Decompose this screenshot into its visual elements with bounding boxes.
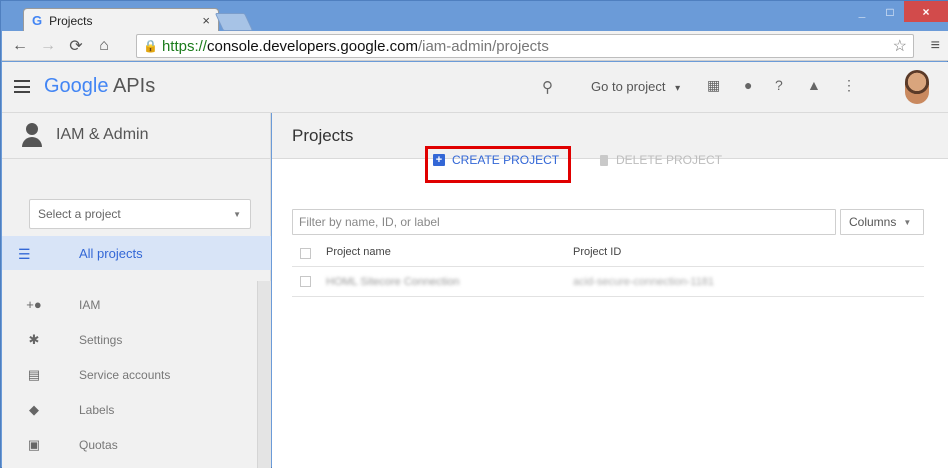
user-avatar[interactable]	[905, 70, 929, 104]
filter-input[interactable]: Filter by name, ID, or label	[292, 209, 836, 235]
gear-icon: ✱	[28, 332, 40, 347]
page-title: Projects	[292, 126, 354, 145]
sidebar-header: IAM & Admin	[2, 113, 271, 159]
delete-project-label: DELETE PROJECT	[616, 153, 723, 167]
sidebar-item-quotas[interactable]: ▣ Quotas	[2, 428, 271, 462]
bookmark-star-icon[interactable]: ☆	[893, 36, 907, 56]
go-to-project-dropdown[interactable]: Go to project ▾	[591, 79, 680, 94]
gift-icon[interactable]: ▦	[707, 77, 720, 94]
help-icon[interactable]: ?	[775, 77, 783, 93]
sidebar-item-all-projects[interactable]: ☰ All projects	[2, 236, 271, 270]
tab-close-icon[interactable]: ×	[202, 13, 210, 28]
project-select[interactable]: Select a project ▼	[29, 199, 251, 229]
project-name-cell[interactable]: HOML Sitecore Connection	[326, 276, 460, 288]
column-header-project-name[interactable]: Project name	[326, 246, 391, 258]
sidebar-scrollbar[interactable]	[257, 281, 271, 468]
address-bar[interactable]: 🔒 https:// console.developers.google.com…	[136, 34, 914, 58]
back-arrow-icon[interactable]: ←	[10, 37, 30, 55]
more-vert-icon[interactable]: ⋮	[842, 77, 856, 94]
tab-strip: G Projects × _ □ ×	[1, 1, 948, 32]
minimize-button[interactable]: _	[848, 1, 876, 22]
forward-arrow-icon[interactable]: →	[38, 37, 58, 55]
notifications-bell-icon[interactable]: ▲	[807, 77, 821, 93]
logo-google: Google	[44, 75, 109, 97]
feedback-icon[interactable]: ●	[744, 77, 752, 93]
sidebar-item-service-accounts[interactable]: ▤ Service accounts	[2, 358, 271, 392]
close-window-button[interactable]: ×	[904, 1, 948, 22]
filter-placeholder: Filter by name, ID, or label	[299, 215, 440, 229]
maximize-button[interactable]: □	[876, 1, 904, 22]
sidebar-item-iam[interactable]: +● IAM	[2, 288, 271, 322]
browser-toolbar: ← → ⟳ ⌂ 🔒 https:// console.developers.go…	[2, 31, 948, 61]
google-favicon-icon: G	[32, 13, 43, 28]
table-header: Project name Project ID	[292, 241, 924, 267]
sidebar-title: IAM & Admin	[56, 126, 149, 143]
sidebar-item-label: Settings	[79, 333, 123, 347]
highlight-box	[425, 146, 571, 183]
column-header-project-id[interactable]: Project ID	[573, 246, 621, 258]
go-to-project-label: Go to project	[591, 79, 666, 94]
sidebar-item-label: Service accounts	[79, 368, 171, 382]
window-controls: _ □ ×	[848, 1, 948, 22]
trash-icon	[600, 154, 608, 166]
list-icon: ☰	[18, 246, 31, 262]
lock-icon: 🔒	[143, 39, 158, 53]
sidebar-item-label: All projects	[79, 246, 143, 261]
tag-icon: ◆	[29, 402, 39, 417]
sidebar-item-labels[interactable]: ◆ Labels	[2, 393, 271, 427]
project-select-placeholder: Select a project	[38, 207, 121, 221]
add-person-icon: +●	[26, 297, 42, 312]
columns-label: Columns	[849, 215, 897, 229]
browser-window: G Projects × _ □ × ← → ⟳ ⌂ 🔒 https:// co…	[0, 0, 948, 468]
main-content: Projects + CREATE PROJECT DELETE PROJECT…	[272, 113, 948, 468]
chevron-down-icon: ▼	[233, 209, 241, 219]
delete-project-button[interactable]: DELETE PROJECT	[600, 153, 722, 167]
url-host: console.developers.google.com	[206, 37, 418, 55]
service-account-icon: ▤	[27, 367, 41, 382]
browser-menu-icon[interactable]: ≡	[931, 37, 940, 55]
url-path: /iam-admin/projects	[417, 37, 549, 55]
table-row[interactable]: HOML Sitecore Connection acid-secure-con…	[292, 267, 924, 297]
home-icon[interactable]: ⌂	[94, 37, 114, 55]
sidebar-item-label: Labels	[79, 403, 115, 417]
browser-tab[interactable]: G Projects ×	[23, 8, 219, 32]
chevron-down-icon: ▾	[675, 83, 681, 94]
new-tab-button[interactable]	[214, 13, 254, 31]
search-icon[interactable]: ⚲	[542, 78, 553, 96]
columns-button[interactable]: Columns ▼	[840, 209, 924, 235]
hamburger-menu-icon[interactable]	[14, 80, 30, 93]
project-id-cell: acid-secure-connection-1181	[573, 276, 715, 288]
quota-icon: ▣	[27, 437, 41, 452]
tab-title: Projects	[49, 13, 93, 28]
sidebar-item-label: Quotas	[79, 438, 118, 452]
sidebar-item-label: IAM	[79, 298, 101, 312]
person-icon	[22, 123, 42, 147]
app-header: Google APIs ⚲ Go to project ▾ ▦ ● ? ▲ ⋮	[2, 62, 948, 113]
row-checkbox[interactable]	[300, 276, 311, 287]
select-all-checkbox[interactable]	[300, 248, 311, 259]
url-scheme: https://	[161, 37, 207, 55]
reload-icon[interactable]: ⟳	[66, 36, 86, 56]
chevron-down-icon: ▼	[903, 217, 912, 227]
sidebar-item-settings[interactable]: ✱ Settings	[2, 323, 271, 357]
google-apis-logo[interactable]: Google APIs	[44, 75, 155, 98]
logo-apis: APIs	[108, 75, 156, 97]
sidebar: IAM & Admin Select a project ▼ ☰ All pro…	[2, 113, 271, 468]
